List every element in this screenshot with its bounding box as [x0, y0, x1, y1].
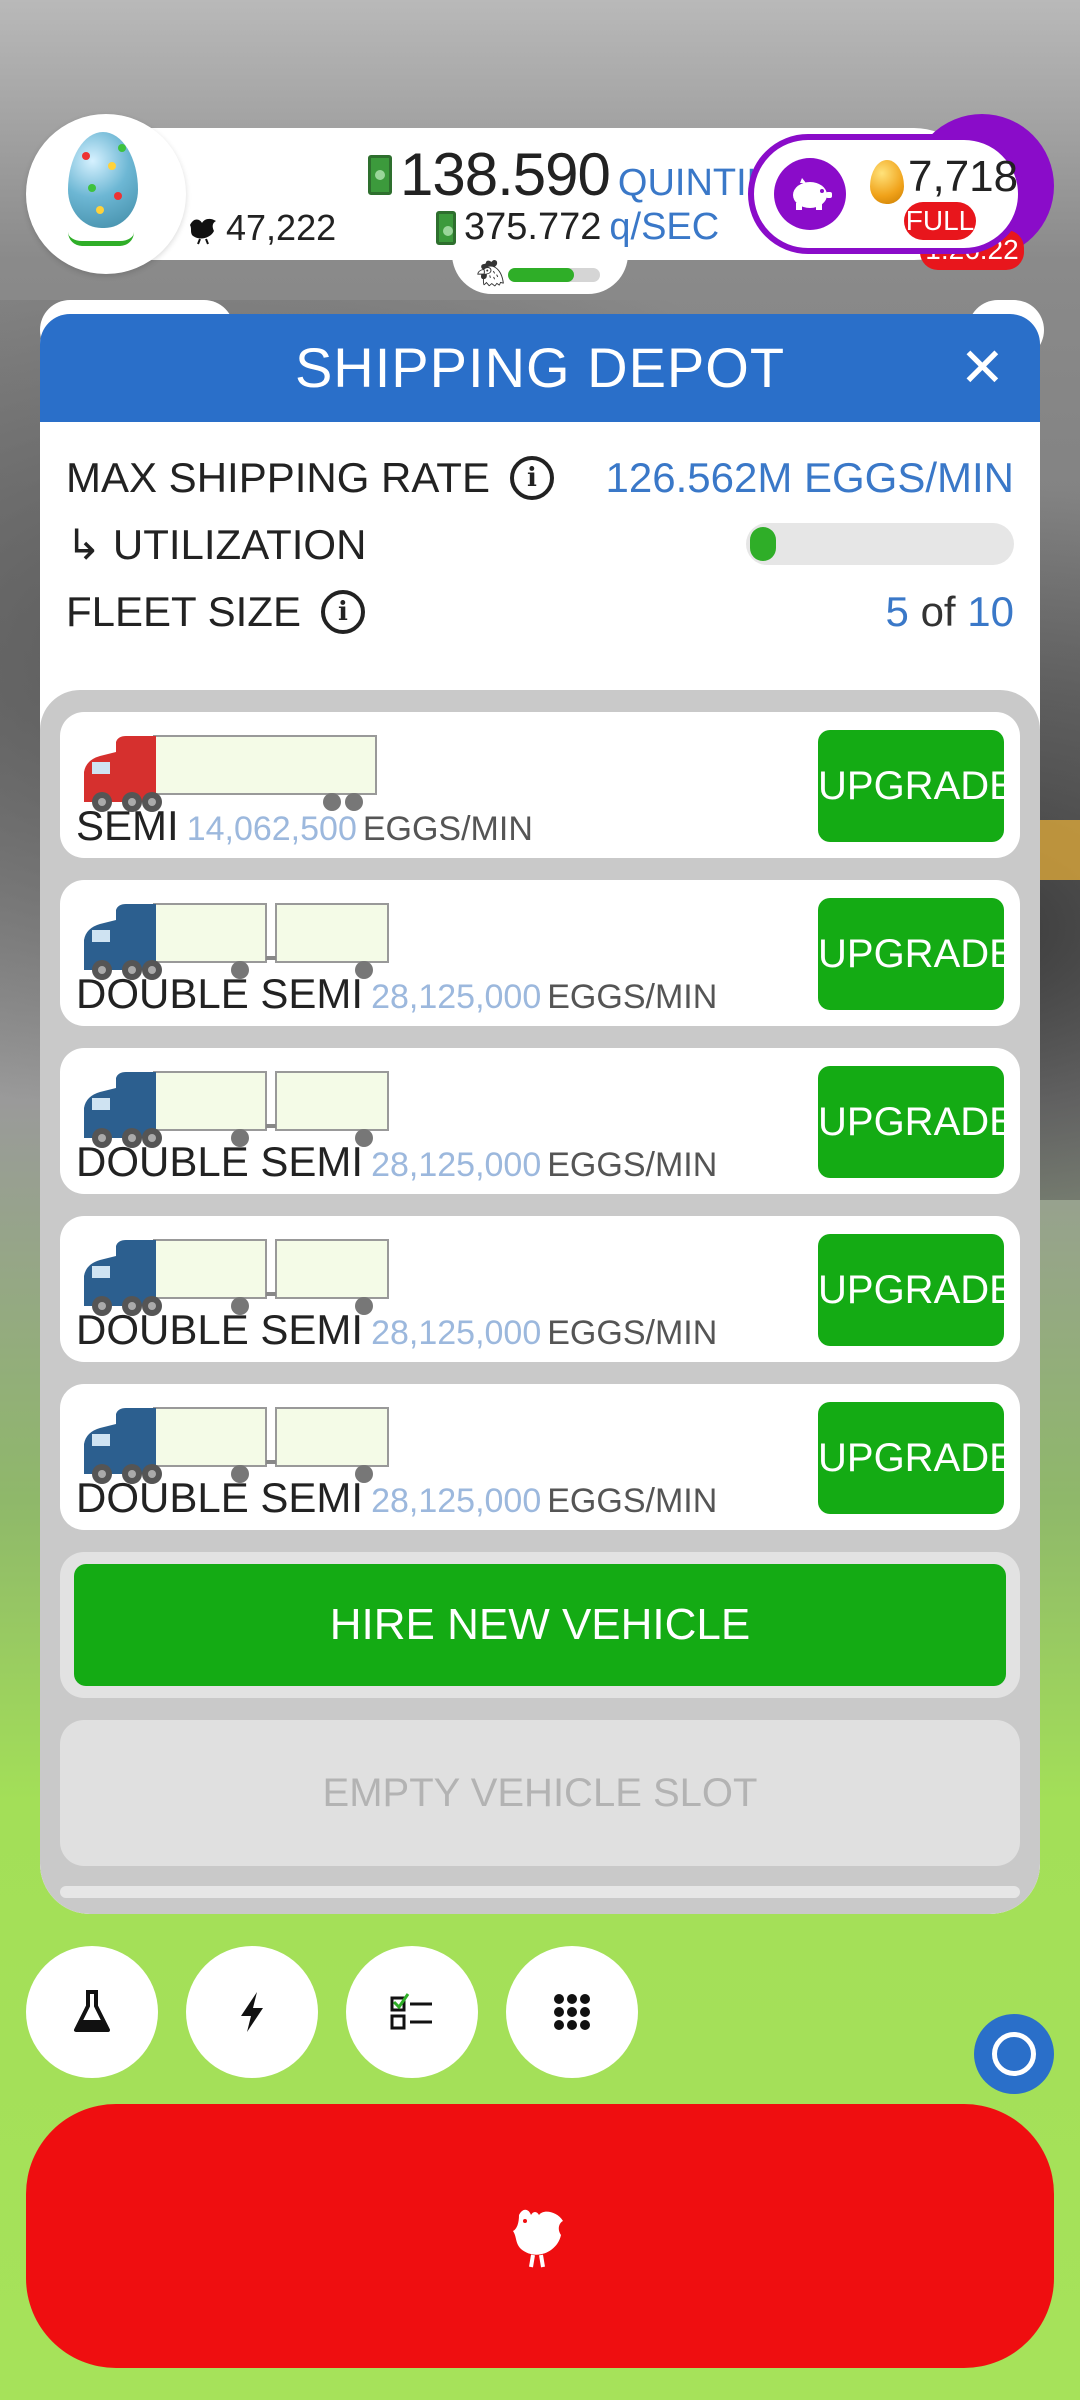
progress-track — [508, 268, 600, 282]
money-rate: 375.772 q/SEC — [436, 206, 719, 249]
vehicle-name: DOUBLE SEMI — [76, 1306, 364, 1353]
vehicle-rate: 28,125,000 — [371, 1146, 542, 1184]
fleet-of: of — [920, 588, 956, 635]
upgrade-button[interactable]: UPGRADE — [818, 730, 1016, 842]
utilization-label: ↳ UTILIZATION — [66, 520, 367, 568]
shipping-depot-panel: SHIPPING DEPOT ✕ MAX SHIPPING RATE i 126… — [40, 314, 1040, 1914]
vehicle-info: DOUBLE SEMI 28,125,000 EGGS/MIN — [76, 970, 717, 1018]
vehicle-rate: 28,125,000 — [371, 1482, 542, 1520]
vehicle-rate-unit: EGGS/MIN — [547, 978, 718, 1016]
lightning-icon — [241, 1992, 263, 2032]
flask-icon — [74, 1990, 110, 2032]
menu-button[interactable] — [506, 1946, 638, 2078]
fleet-current: 5 — [885, 588, 909, 635]
egg-icon — [68, 132, 138, 228]
vehicle-rate-unit: EGGS/MIN — [547, 1314, 718, 1352]
vehicle-rate: 28,125,000 — [371, 1314, 542, 1352]
chicken-icon — [190, 218, 216, 245]
fleet-size-label: FLEET SIZE — [66, 588, 301, 635]
vehicle-rate: 28,125,000 — [371, 978, 542, 1016]
hire-vehicle-row: HIRE NEW VEHICLE — [60, 1552, 1020, 1698]
max-shipping-value: 126.562M EGGS/MIN — [605, 454, 1015, 501]
vehicle-row: SEMI 14,062,500 EGGS/MIN UPGRADE — [60, 712, 1020, 858]
assistive-touch-button[interactable] — [974, 2014, 1054, 2094]
rate-value: 375.772 — [464, 206, 602, 248]
vehicle-row: DOUBLE SEMI 28,125,000 EGGS/MIN UPGRADE — [60, 1216, 1020, 1362]
golden-egg-icon — [870, 160, 904, 204]
vehicle-name: SEMI — [76, 802, 179, 849]
vehicle-name: DOUBLE SEMI — [76, 970, 364, 1017]
progress-fill — [508, 268, 574, 282]
max-shipping-label: MAX SHIPPING RATE — [66, 454, 490, 501]
upgrade-button[interactable]: UPGRADE — [818, 898, 1016, 1010]
hatch-chicken-button[interactable] — [26, 2104, 1054, 2368]
research-button[interactable] — [26, 1946, 158, 2078]
upgrade-button[interactable]: UPGRADE — [818, 1066, 1016, 1178]
vehicle-rate-unit: EGGS/MIN — [362, 810, 533, 848]
utilization-bar — [746, 523, 1014, 565]
chicken-count: 47,222 — [186, 207, 336, 249]
vehicle-row: DOUBLE SEMI 28,125,000 EGGS/MIN UPGRADE — [60, 880, 1020, 1026]
info-icon[interactable]: i — [509, 456, 554, 500]
piggy-full-badge: FULL — [904, 202, 976, 240]
piggy-bank-icon[interactable] — [774, 158, 846, 230]
fleet-size-row: FLEET SIZE i 5 of 10 — [66, 582, 1014, 642]
golden-egg-count: 7,718 — [908, 152, 1019, 201]
vehicle-name: DOUBLE SEMI — [76, 1474, 364, 1521]
chicken-count-value: 47,222 — [226, 207, 337, 248]
max-shipping-label-wrap: MAX SHIPPING RATE i — [66, 454, 554, 502]
next-slot-peek — [60, 1886, 1020, 1898]
checklist-icon — [390, 1993, 432, 2030]
upgrade-button[interactable]: UPGRADE — [818, 1402, 1016, 1514]
boosts-button[interactable] — [186, 1946, 318, 2078]
vehicle-info: DOUBLE SEMI 28,125,000 EGGS/MIN — [76, 1138, 717, 1186]
fleet-max: 10 — [967, 588, 1014, 635]
max-shipping-row: MAX SHIPPING RATE i 126.562M EGGS/MIN — [66, 448, 1014, 508]
utilization-fill — [750, 527, 776, 561]
fleet-size-value: 5 of 10 — [886, 588, 1014, 636]
fleet-size-label-wrap: FLEET SIZE i — [66, 588, 365, 636]
vehicle-info: DOUBLE SEMI 28,125,000 EGGS/MIN — [76, 1306, 717, 1354]
vehicle-rate: 14,062,500 — [186, 810, 357, 848]
cash-icon — [368, 155, 392, 195]
grid-menu-icon — [554, 1994, 590, 2030]
hire-new-vehicle-button[interactable]: HIRE NEW VEHICLE — [74, 1564, 1006, 1686]
utilization-row: ↳ UTILIZATION — [66, 514, 1014, 574]
hatchery-progress: 🐔︎ — [452, 252, 628, 294]
vehicle-rate-unit: EGGS/MIN — [547, 1482, 718, 1520]
fleet-list[interactable]: SEMI 14,062,500 EGGS/MIN UPGRADE DOUBLE SEMI… — [40, 690, 1040, 1914]
rate-unit: q/SEC — [609, 206, 720, 248]
upgrade-button[interactable]: UPGRADE — [818, 1234, 1016, 1346]
missions-button[interactable] — [346, 1946, 478, 2078]
vehicle-info: DOUBLE SEMI 28,125,000 EGGS/MIN — [76, 1474, 717, 1522]
vehicle-info: SEMI 14,062,500 EGGS/MIN — [76, 802, 533, 850]
money-value: 138.590 — [400, 141, 611, 208]
cash-icon — [436, 210, 456, 245]
empty-vehicle-slot: EMPTY VEHICLE SLOT — [60, 1720, 1020, 1866]
close-button[interactable]: ✕ — [960, 314, 1006, 422]
vehicle-name: DOUBLE SEMI — [76, 1138, 364, 1185]
vehicle-rate-unit: EGGS/MIN — [547, 1146, 718, 1184]
hen-icon: 🐔︎ — [474, 258, 508, 288]
panel-title: SHIPPING DEPOT — [294, 336, 786, 399]
chicken-icon — [513, 2209, 563, 2268]
info-icon[interactable]: i — [320, 590, 365, 634]
vehicle-row: DOUBLE SEMI 28,125,000 EGGS/MIN UPGRADE — [60, 1048, 1020, 1194]
piggy-bank-panel[interactable]: 7,718 FULL — [748, 134, 1024, 254]
vehicle-row: DOUBLE SEMI 28,125,000 EGGS/MIN UPGRADE — [60, 1384, 1020, 1530]
egg-progress-ring — [68, 232, 134, 246]
egg-avatar[interactable] — [26, 114, 186, 274]
panel-header: SHIPPING DEPOT ✕ — [40, 314, 1040, 422]
